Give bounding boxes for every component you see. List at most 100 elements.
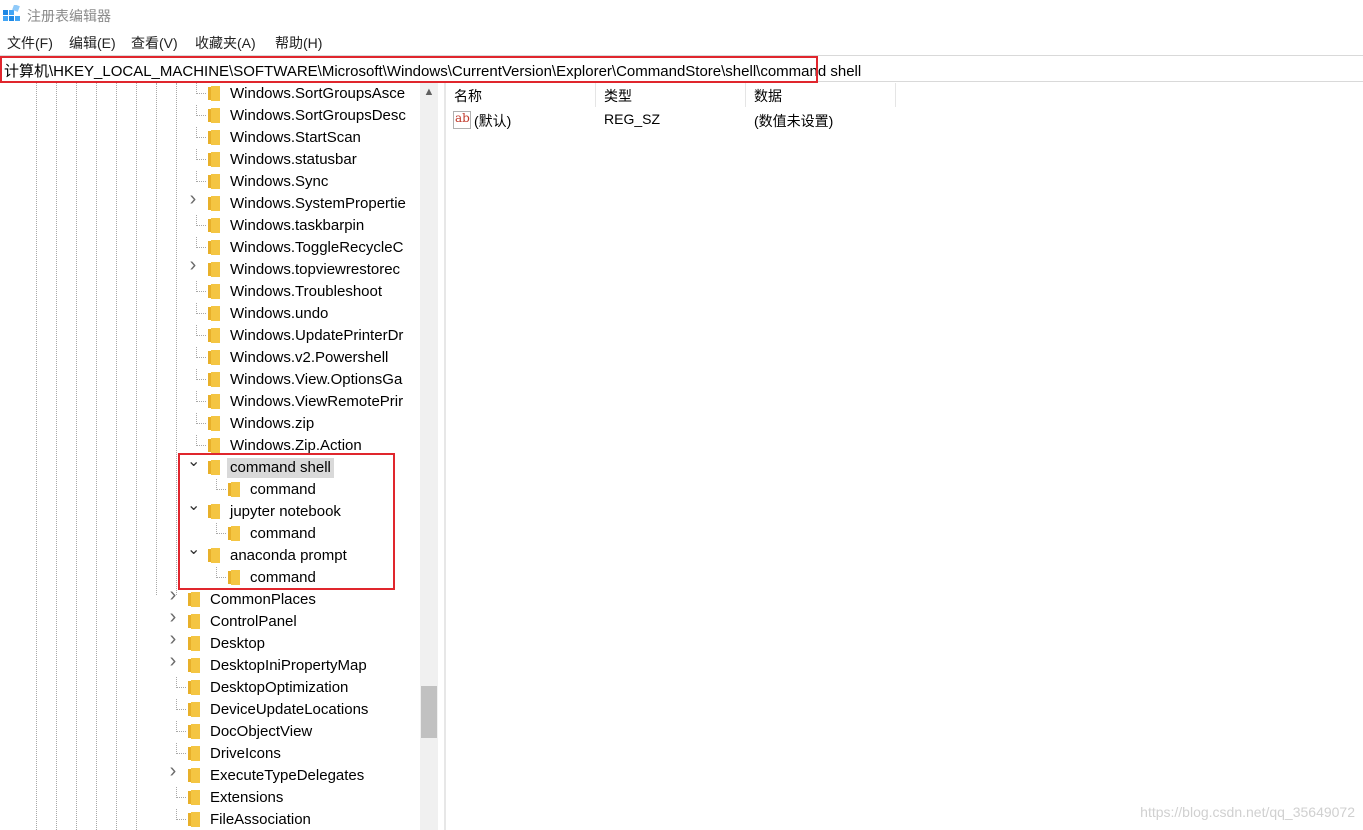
tree-scrollbar[interactable]: ▲ — [420, 83, 438, 830]
folder-icon — [188, 658, 200, 673]
tree-item[interactable]: DriveIcons — [0, 743, 420, 765]
tree-item-label: Windows.zip — [230, 415, 315, 432]
column-header-data[interactable]: 数据 — [746, 83, 896, 107]
scroll-up-arrow-icon[interactable]: ▲ — [420, 83, 438, 101]
tree-connector — [196, 303, 206, 314]
address-bar[interactable]: 计算机\HKEY_LOCAL_MACHINE\SOFTWARE\Microsof… — [0, 55, 1363, 83]
folder-icon — [188, 592, 200, 607]
tree-item[interactable]: DesktopOptimization — [0, 677, 420, 699]
tree-item[interactable]: Windows.SortGroupsDesc — [0, 105, 420, 127]
tree-item[interactable]: › Windows.SystemPropertie — [0, 189, 420, 215]
tree-item-label: DesktopIniPropertyMap — [210, 657, 367, 674]
tree-item[interactable]: Windows.Troubleshoot — [0, 281, 420, 303]
folder-icon — [208, 240, 220, 255]
tree-item-label: Extensions — [210, 789, 284, 806]
menu-file[interactable]: 文件(F) — [7, 33, 53, 53]
tree-item[interactable]: › Windows.topviewrestorec — [0, 255, 420, 281]
value-name: (默认) — [474, 113, 512, 129]
value-data: (数值未设置) — [754, 113, 834, 129]
tree-item[interactable]: Windows.v2.Powershell — [0, 347, 420, 369]
tree-item[interactable]: Windows.View.OptionsGa — [0, 369, 420, 391]
chevron-right-icon[interactable]: › — [167, 629, 179, 649]
folder-icon — [208, 372, 220, 387]
tree-item-label: FileAssociation — [210, 811, 311, 828]
tree-connector — [196, 391, 206, 402]
folder-icon — [208, 218, 220, 233]
folder-icon — [208, 394, 220, 409]
folder-icon — [188, 724, 200, 739]
tree-item[interactable]: › ControlPanel — [0, 607, 420, 633]
tree-item[interactable]: DocObjectView — [0, 721, 420, 743]
tree-item[interactable]: Windows.Sync — [0, 171, 420, 193]
tree-item-label: Windows.taskbarpin — [230, 217, 365, 234]
menu-help[interactable]: 帮助(H) — [275, 33, 322, 53]
menu-edit[interactable]: 编辑(E) — [69, 33, 116, 53]
tree-connector — [196, 281, 206, 292]
tree-item-label: ControlPanel — [210, 613, 297, 630]
tree-connector — [196, 325, 206, 336]
tree-item[interactable]: Extensions — [0, 787, 420, 809]
folder-icon — [208, 438, 220, 453]
tree-item[interactable]: › CommonPlaces — [0, 585, 420, 611]
tree-item-label: DeviceUpdateLocations — [210, 701, 369, 718]
tree-item[interactable]: DeviceUpdateLocations — [0, 699, 420, 721]
folder-icon — [188, 768, 200, 783]
tree-item-label: Desktop — [210, 635, 266, 652]
column-header-name[interactable]: 名称 — [446, 83, 596, 107]
folder-icon — [208, 86, 220, 101]
tree-connector — [176, 809, 186, 820]
tree-item[interactable]: Windows.ToggleRecycleC — [0, 237, 420, 259]
folder-icon — [188, 636, 200, 651]
tree-connector — [196, 369, 206, 380]
chevron-right-icon[interactable]: › — [187, 189, 199, 209]
scroll-thumb[interactable] — [421, 686, 437, 738]
tree-item[interactable]: Windows.taskbarpin — [0, 215, 420, 237]
title-bar: 注册表编辑器 — [0, 0, 1363, 30]
tree-item[interactable]: FileAssociation — [0, 809, 420, 830]
folder-icon — [188, 680, 200, 695]
tree-item-label: Windows.View.OptionsGa — [230, 371, 403, 388]
tree-item[interactable]: Windows.UpdatePrinterDr — [0, 325, 420, 347]
menu-view[interactable]: 查看(V) — [131, 33, 178, 53]
folder-icon — [188, 790, 200, 805]
chevron-right-icon[interactable]: › — [167, 761, 179, 781]
value-row[interactable]: ab (默认) REG_SZ (数值未设置) — [446, 109, 1363, 131]
menu-favorites[interactable]: 收藏夹(A) — [195, 33, 256, 53]
chevron-right-icon[interactable]: › — [167, 651, 179, 671]
tree-connector — [196, 347, 206, 358]
folder-icon — [188, 614, 200, 629]
tree-connector — [176, 699, 186, 710]
tree-connector — [176, 721, 186, 732]
chevron-right-icon[interactable]: › — [187, 255, 199, 275]
tree-item[interactable]: Windows.zip — [0, 413, 420, 435]
tree-connector — [196, 171, 206, 182]
folder-icon — [188, 812, 200, 827]
tree-item-label: Windows.SortGroupsDesc — [230, 107, 406, 124]
tree-item[interactable]: Windows.StartScan — [0, 127, 420, 149]
menu-bar: 文件(F) 编辑(E) 查看(V) 收藏夹(A) 帮助(H) — [0, 31, 1363, 53]
chevron-right-icon[interactable]: › — [167, 607, 179, 627]
tree-highlight-box — [178, 453, 395, 590]
tree-connector — [196, 237, 206, 248]
tree-item-label: Windows.v2.Powershell — [230, 349, 389, 366]
registry-editor-icon — [3, 5, 20, 21]
tree-connector — [196, 105, 206, 116]
tree-item[interactable]: Windows.undo — [0, 303, 420, 325]
folder-icon — [208, 108, 220, 123]
tree-connector — [176, 743, 186, 754]
chevron-right-icon[interactable]: › — [167, 585, 179, 605]
tree-item[interactable]: Windows.SortGroupsAsce — [0, 83, 420, 105]
column-header-type[interactable]: 类型 — [596, 83, 746, 107]
tree-item[interactable]: Windows.ViewRemotePrir — [0, 391, 420, 413]
tree-item-label: Windows.UpdatePrinterDr — [230, 327, 404, 344]
tree-item-label: Windows.statusbar — [230, 151, 357, 168]
folder-icon — [208, 174, 220, 189]
tree-item[interactable]: › ExecuteTypeDelegates — [0, 761, 420, 787]
tree-item[interactable]: Windows.statusbar — [0, 149, 420, 171]
tree-item[interactable]: › Desktop — [0, 629, 420, 655]
tree-connector — [196, 127, 206, 138]
values-list[interactable]: 名称 类型 数据 ab (默认) REG_SZ (数值未设置) — [446, 83, 1363, 830]
tree-item[interactable]: › DesktopIniPropertyMap — [0, 651, 420, 677]
folder-icon — [208, 328, 220, 343]
tree-item-label: Windows.undo — [230, 305, 329, 322]
